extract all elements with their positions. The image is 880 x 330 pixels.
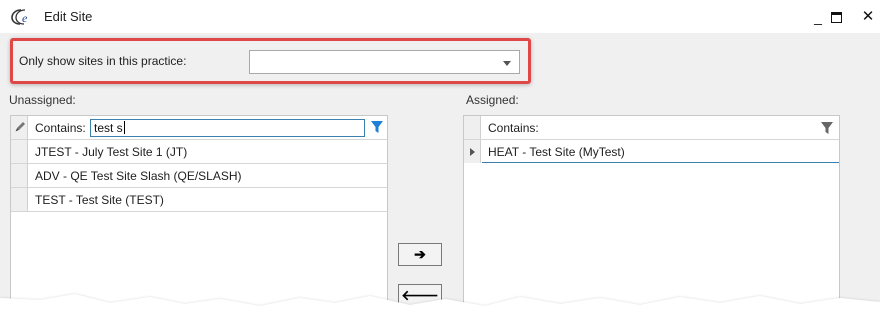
filter-icon[interactable] bbox=[371, 121, 383, 134]
maximize-icon bbox=[830, 12, 842, 23]
dropdown-arrow-icon bbox=[503, 61, 511, 66]
app-logo-icon: e bbox=[11, 9, 28, 25]
site-name: HEAT - Test Site (MyTest) bbox=[488, 145, 625, 159]
maximize-button[interactable] bbox=[828, 7, 844, 27]
unassigned-search-input[interactable]: test s bbox=[90, 119, 365, 137]
filter-icon[interactable] bbox=[821, 122, 833, 135]
list-item[interactable]: ADV - QE Test Site Slash (QE/SLASH) bbox=[11, 164, 387, 188]
practice-select[interactable] bbox=[249, 50, 520, 74]
site-name: ADV - QE Test Site Slash (QE/SLASH) bbox=[35, 169, 242, 183]
title-bar: e Edit Site _ ✕ bbox=[0, 0, 880, 33]
torn-edge-decoration bbox=[0, 294, 880, 330]
list-item[interactable]: TEST - Test Site (TEST) bbox=[11, 188, 387, 212]
row-header bbox=[11, 140, 28, 163]
filter-row: Contains: test s bbox=[11, 116, 387, 140]
site-name: JTEST - July Test Site 1 (JT) bbox=[35, 145, 188, 159]
contains-label: Contains: bbox=[488, 121, 539, 135]
practice-filter-label: Only show sites in this practice: bbox=[19, 54, 187, 68]
list-item[interactable]: HEAT - Test Site (MyTest) bbox=[464, 140, 839, 163]
list-item[interactable]: JTEST - July Test Site 1 (JT) bbox=[11, 140, 387, 164]
window-title: Edit Site bbox=[44, 9, 93, 24]
row-header bbox=[11, 116, 28, 139]
filter-row: Contains: bbox=[464, 116, 839, 140]
unassigned-label: Unassigned: bbox=[9, 93, 76, 107]
contains-label: Contains: bbox=[35, 121, 86, 135]
row-header bbox=[11, 164, 28, 187]
text-caret bbox=[123, 121, 125, 134]
assigned-label: Assigned: bbox=[466, 93, 519, 107]
site-name: TEST - Test Site (TEST) bbox=[35, 193, 164, 207]
search-input-value: test s bbox=[94, 121, 123, 135]
pencil-icon bbox=[15, 122, 25, 132]
edit-site-window: e Edit Site _ ✕ Only show sites in this … bbox=[0, 0, 880, 330]
row-header bbox=[464, 116, 481, 139]
expander-icon bbox=[470, 148, 475, 156]
assign-button[interactable]: ➔ bbox=[398, 243, 442, 266]
minimize-button[interactable]: _ bbox=[808, 7, 828, 27]
row-header bbox=[464, 140, 481, 163]
svg-text:e: e bbox=[22, 11, 28, 25]
close-button[interactable]: ✕ bbox=[858, 7, 878, 27]
row-header bbox=[11, 188, 28, 211]
